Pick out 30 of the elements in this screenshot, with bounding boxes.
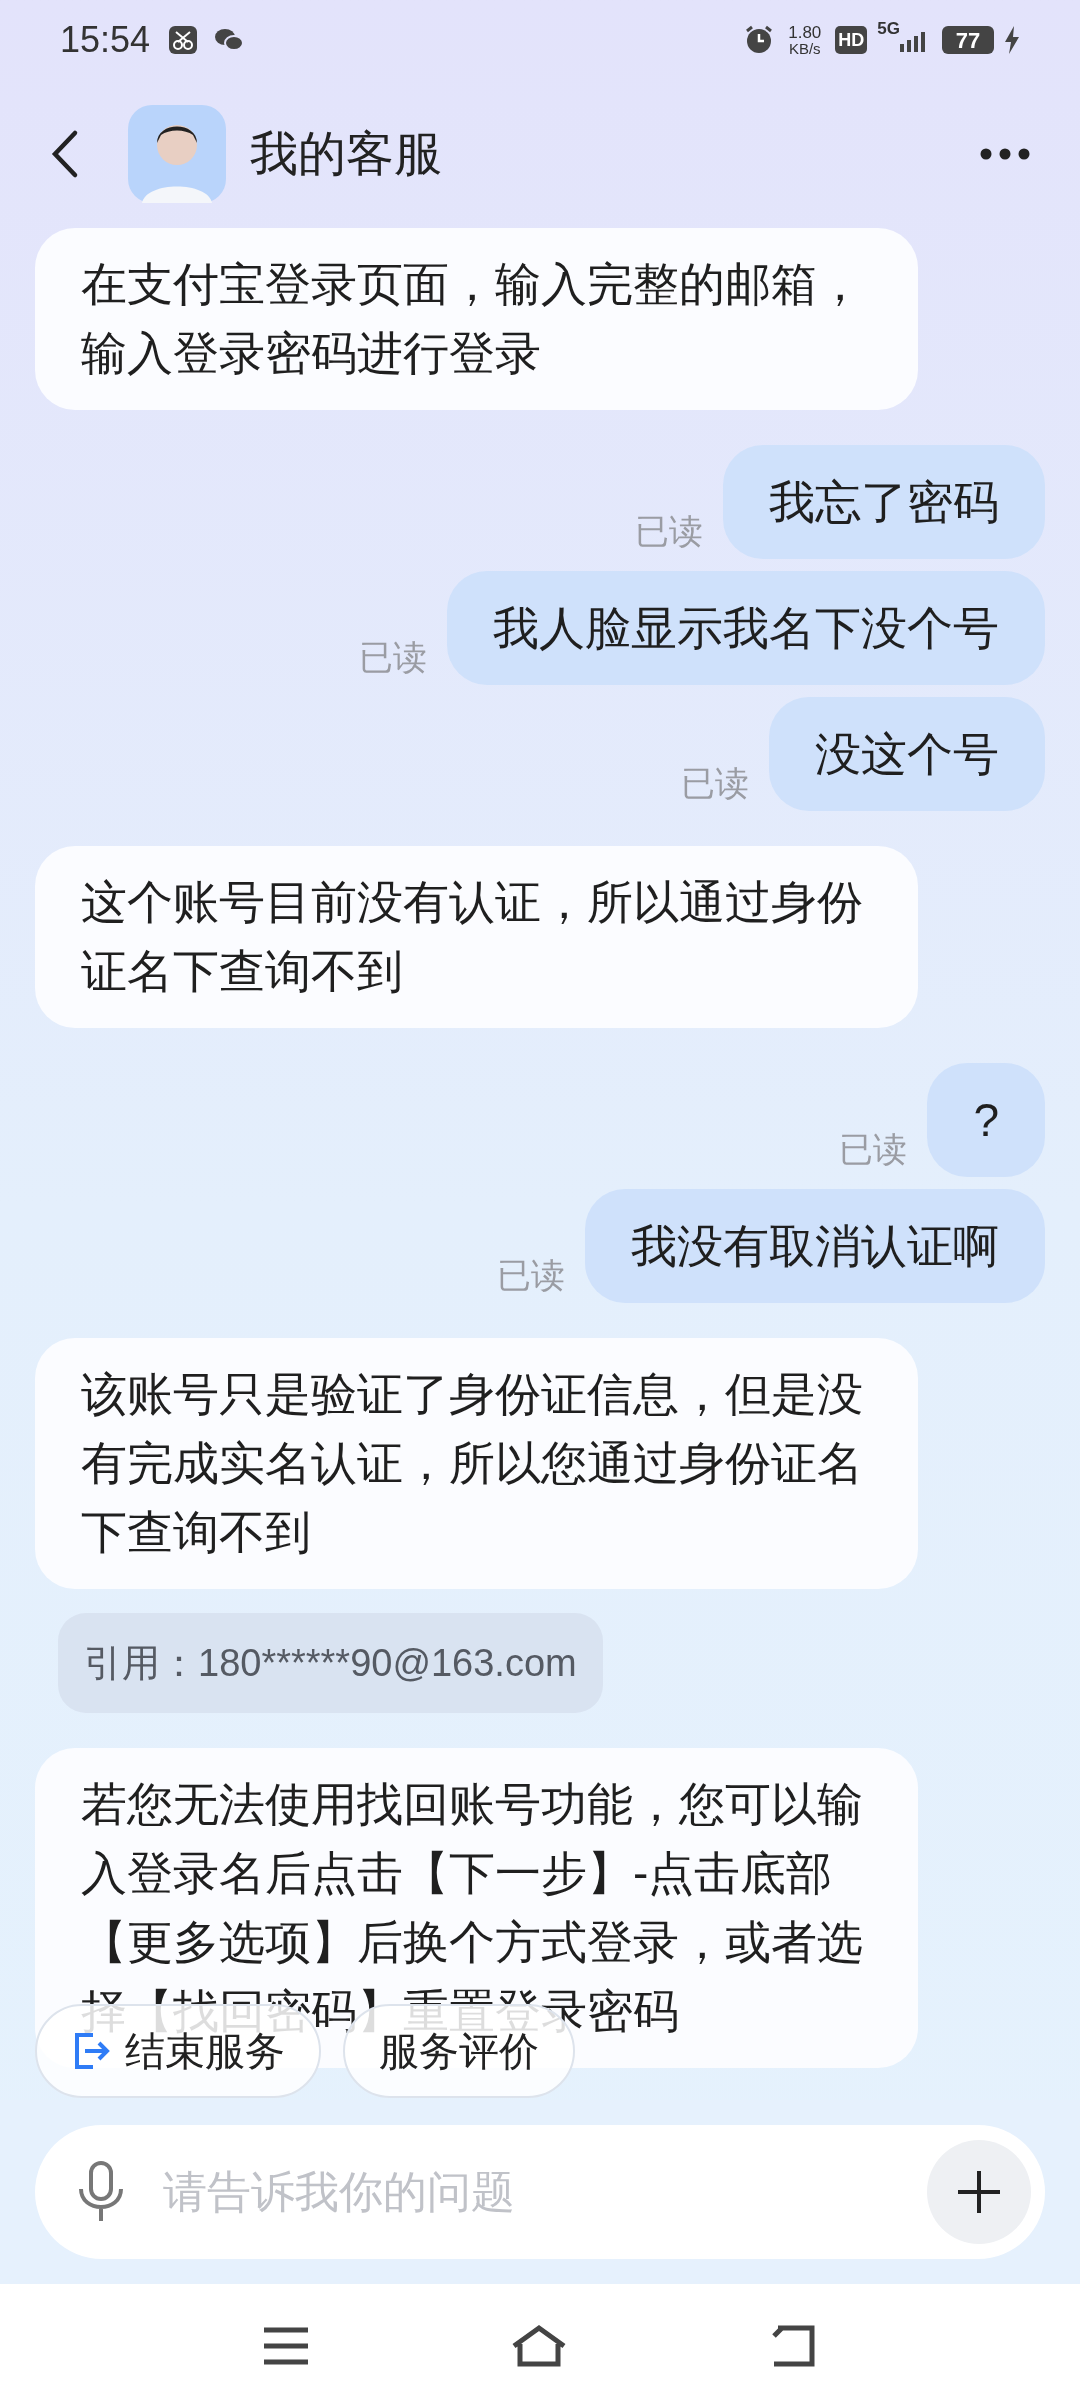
chat-title: 我的客服 (250, 126, 442, 182)
user-message: ? (927, 1063, 1045, 1177)
alarm-icon (744, 25, 775, 55)
quote-chip: 引用：180******90@163.com (58, 1613, 603, 1713)
user-message: 没这个号 (769, 697, 1045, 811)
back-icon[interactable] (50, 129, 80, 179)
home-icon[interactable] (510, 2324, 568, 2368)
status-time: 15:54 (60, 18, 151, 62)
read-receipt: 已读 (359, 637, 427, 678)
read-receipt: 已读 (839, 1129, 908, 1170)
user-message: 我忘了密码 (723, 445, 1045, 559)
user-message: 我没有取消认证啊 (585, 1189, 1045, 1303)
read-receipt: 已读 (497, 1255, 565, 1296)
speed-unit: KB/s (788, 41, 821, 56)
charging-icon (1004, 26, 1020, 54)
message-input[interactable]: 请告诉我你的问题 (35, 2125, 1045, 2259)
read-receipt: 已读 (635, 511, 703, 552)
plus-icon (956, 2169, 1002, 2215)
hd-badge: HD (835, 26, 868, 54)
more-icon[interactable] (980, 148, 1030, 160)
read-receipt: 已读 (681, 763, 749, 804)
scissors-icon (168, 25, 199, 55)
agent-message: 这个账号目前没有认证，所以通过身份证名下查询不到 (35, 846, 918, 1028)
agent-message: 该账号只是验证了身份证信息，但是没有完成实名认证，所以您通过身份证名下查询不到 (35, 1338, 918, 1589)
network-speed: 1.80 (788, 24, 822, 41)
battery-indicator: 77 (942, 26, 994, 54)
network-type: 5G (877, 18, 900, 40)
agent-message: 在支付宝登录页面，输入完整的邮箱，输入登录密码进行登录 (35, 228, 918, 410)
user-message: 我人脸显示我名下没个号 (447, 571, 1045, 685)
menu-icon[interactable] (262, 2326, 310, 2366)
